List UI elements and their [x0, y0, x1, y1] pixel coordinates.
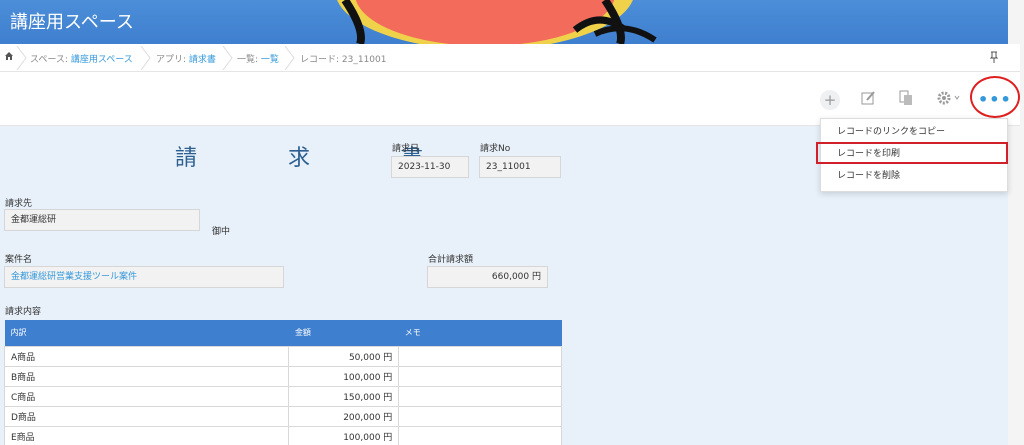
col-header-memo: メモ: [398, 320, 562, 346]
invoice-no-label: 請求No: [480, 144, 511, 154]
space-title: 講座用スペース: [10, 12, 134, 33]
billto-suffix: 御中: [212, 227, 231, 237]
project-label: 案件名: [5, 255, 33, 265]
menu-item-copy-link[interactable]: レコードのリンクをコピー: [821, 122, 1007, 142]
more-actions-button[interactable]: •••: [978, 87, 1011, 115]
details-label: 請求内容: [5, 307, 42, 317]
cell-amount: 100,000 円: [288, 425, 400, 445]
breadcrumb-record: レコード: 23_11001: [300, 55, 387, 65]
add-record-icon[interactable]: +: [820, 90, 840, 110]
table-header-row: 内訳 金額 メモ: [4, 320, 562, 346]
more-actions-menu: レコードのリンクをコピー レコードを印刷 レコードを削除: [820, 118, 1008, 192]
breadcrumb-space-prefix: スペース:: [30, 55, 71, 65]
cell-memo: [398, 385, 562, 407]
breadcrumb-separator-icon: [222, 46, 233, 70]
cell-memo: [398, 425, 562, 445]
table-row: C商品 150,000 円: [3, 385, 562, 407]
table-row: B商品 100,000 円: [3, 365, 562, 387]
cell-item: A商品: [3, 345, 290, 367]
invoice-date-label: 請求日: [392, 144, 420, 154]
home-icon[interactable]: [4, 51, 14, 64]
breadcrumb-space[interactable]: スペース: 講座用スペース: [30, 52, 133, 65]
table-row: A商品 50,000 円: [3, 345, 562, 367]
col-header-amount: 金額: [288, 320, 399, 346]
billto-label: 請求先: [5, 199, 33, 209]
breadcrumb-list-prefix: 一覧:: [237, 55, 261, 65]
pin-icon[interactable]: [989, 51, 999, 66]
banner-illustration: [325, 0, 695, 44]
cell-item: E商品: [3, 425, 290, 445]
breadcrumb-separator-icon: [284, 46, 295, 70]
project-field[interactable]: 金都運総研営業支援ツール案件: [4, 266, 284, 288]
total-label: 合計請求額: [428, 255, 474, 265]
billto-field: 金都運総研: [4, 209, 200, 231]
table-row: D商品 200,000 円: [3, 405, 562, 427]
cell-amount: 200,000 円: [288, 405, 400, 427]
total-field: 660,000 円: [427, 266, 548, 288]
app-header: 講座用スペース: [0, 0, 1020, 44]
cell-memo: [398, 405, 562, 427]
cell-amount: 150,000 円: [288, 385, 400, 407]
cell-memo: [398, 365, 562, 387]
menu-item-delete-record[interactable]: レコードを削除: [821, 166, 1007, 186]
gear-icon[interactable]: [934, 90, 964, 110]
invoice-no-field: 23_11001: [479, 156, 561, 178]
breadcrumb-separator-icon: [16, 46, 27, 70]
cell-item: D商品: [3, 405, 290, 427]
menu-item-print-record[interactable]: レコードを印刷: [821, 144, 1007, 164]
cell-memo: [398, 345, 562, 367]
edit-icon[interactable]: [858, 90, 878, 110]
breadcrumb-app-link[interactable]: 請求書: [189, 55, 216, 65]
breadcrumb-list-link[interactable]: 一覧: [261, 55, 279, 65]
cell-amount: 100,000 円: [288, 365, 400, 387]
breadcrumb-list[interactable]: 一覧: 一覧: [237, 52, 279, 65]
breadcrumb-space-link[interactable]: 講座用スペース: [71, 55, 133, 65]
breadcrumb-app[interactable]: アプリ: 請求書: [156, 52, 216, 65]
col-header-item: 内訳: [4, 320, 289, 346]
breadcrumb-app-prefix: アプリ:: [156, 55, 189, 65]
breadcrumb: スペース: 講座用スペース アプリ: 請求書 一覧: 一覧 レコード: 23_1…: [0, 44, 1020, 72]
cell-amount: 50,000 円: [288, 345, 400, 367]
invoice-date-field: 2023-11-30: [391, 156, 469, 178]
cell-item: C商品: [3, 385, 290, 407]
details-table: 内訳 金額 メモ A商品 50,000 円 B商品 100,000 円 C商品 …: [3, 320, 562, 445]
breadcrumb-separator-icon: [140, 46, 151, 70]
cell-item: B商品: [3, 365, 290, 387]
table-row: E商品 100,000 円: [3, 425, 562, 445]
duplicate-icon[interactable]: [896, 90, 916, 110]
